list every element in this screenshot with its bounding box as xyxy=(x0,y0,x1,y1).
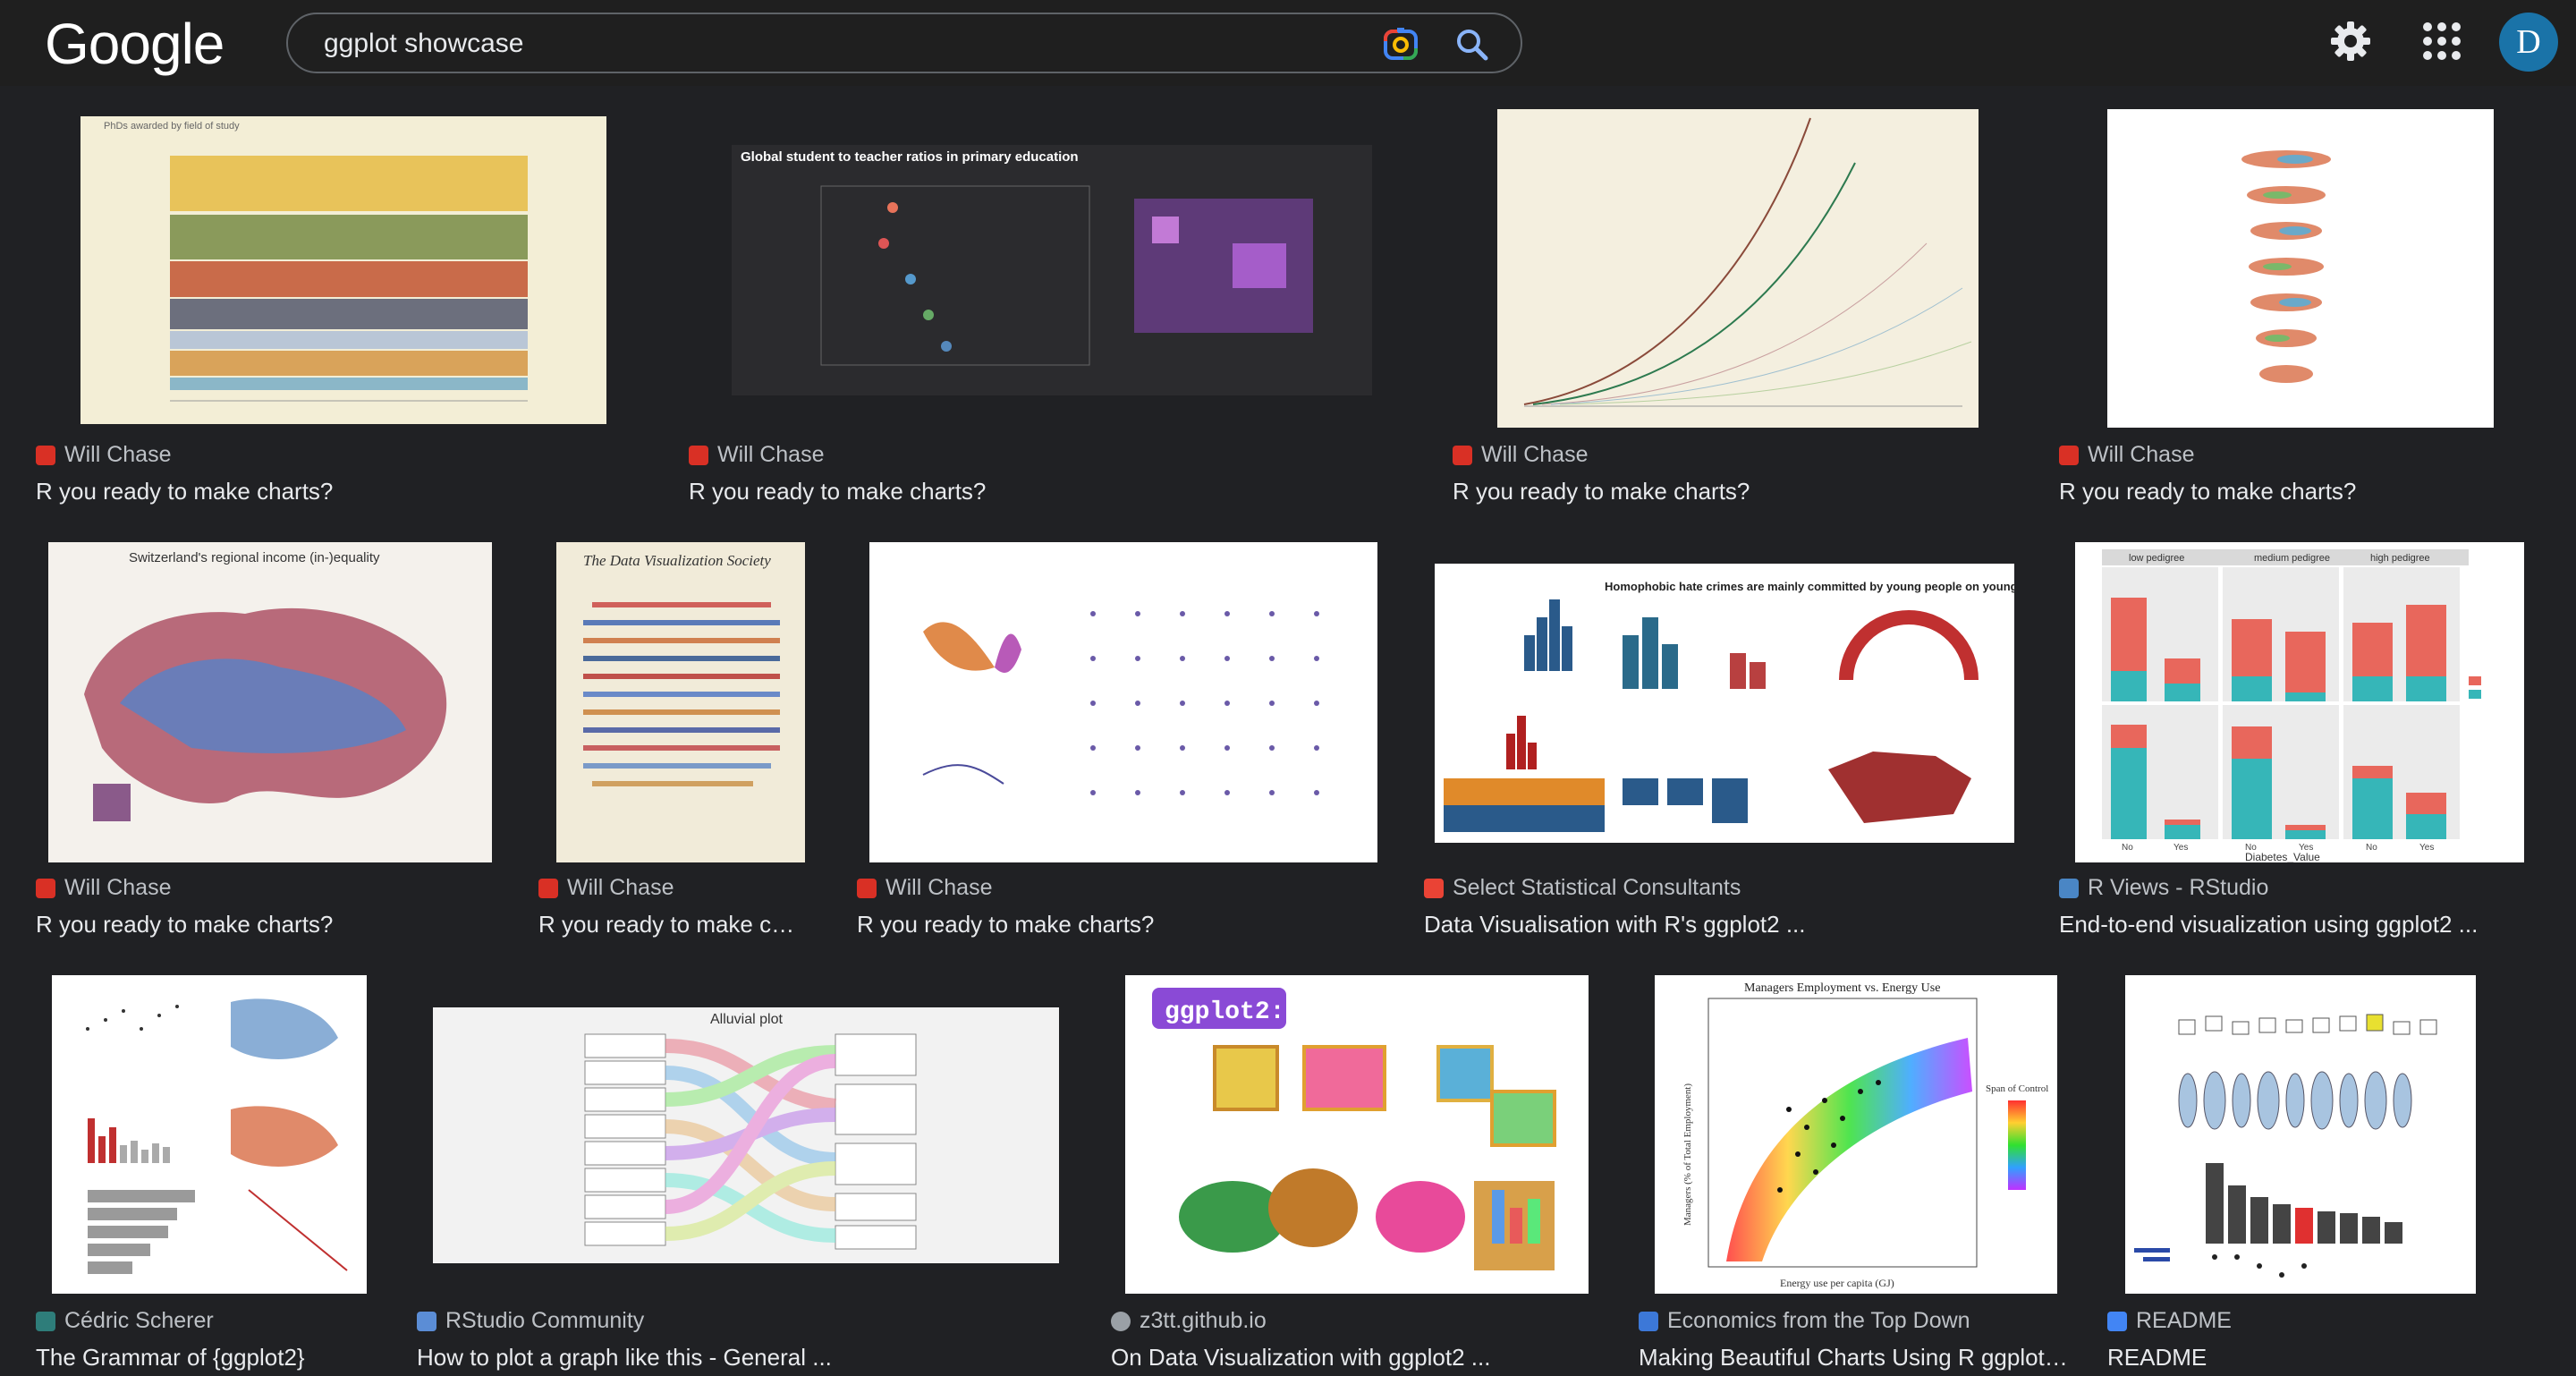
result-title[interactable]: R you ready to make charts? xyxy=(689,478,1386,505)
result-title[interactable]: R you ready to make charts? xyxy=(2059,478,2560,505)
result-thumbnail[interactable] xyxy=(2125,975,2476,1294)
source-name: R Views - RStudio xyxy=(2088,875,2269,900)
site-favicon-icon xyxy=(2107,1311,2127,1331)
result-title[interactable]: R you ready to make charts? xyxy=(857,911,1376,939)
image-results-grid: PhDs awarded by field of study Will Chas… xyxy=(0,86,2576,1376)
gear-icon[interactable] xyxy=(2327,18,2374,64)
result-thumbnail[interactable] xyxy=(869,542,1377,862)
result-thumbnail[interactable]: low pedigree medium pedigree high pedigr… xyxy=(2075,542,2524,862)
facet-header: medium pedigree xyxy=(2254,553,2330,564)
site-favicon-icon xyxy=(857,878,877,898)
camera-lens-icon[interactable] xyxy=(1381,25,1420,64)
result-thumbnail[interactable]: Switzerland's regional income (in-)equal… xyxy=(48,542,492,862)
chart-x-label: Energy use per capita (GJ) xyxy=(1780,1277,1894,1289)
site-favicon-icon xyxy=(1453,445,1472,465)
site-favicon-icon xyxy=(417,1311,436,1331)
source-name: Will Chase xyxy=(2088,442,2195,467)
result-title[interactable]: R you ready to make charts? xyxy=(36,478,644,505)
result-source[interactable]: Will Chase xyxy=(36,875,171,901)
thumb-title: Alluvial plot xyxy=(710,1012,783,1027)
result-source[interactable]: Will Chase xyxy=(2059,442,2194,468)
result-source[interactable]: z3tt.github.io xyxy=(1111,1308,1267,1334)
thumb-title: Global student to teacher ratios in prim… xyxy=(741,149,1079,165)
source-name: Will Chase xyxy=(717,442,825,467)
facet-tick: Yes xyxy=(2419,843,2434,853)
site-favicon-icon xyxy=(689,445,708,465)
source-name: Cédric Scherer xyxy=(64,1308,214,1333)
source-name: Will Chase xyxy=(567,875,674,900)
chart-legend-title: Span of Control xyxy=(1986,1083,2048,1094)
facet-header: high pedigree xyxy=(2370,553,2430,564)
result-thumbnail[interactable] xyxy=(2107,109,2494,428)
result-title[interactable]: Data Visualisation with R's ggplot2 ... xyxy=(1424,911,2014,939)
facet-tick: No xyxy=(2122,843,2133,853)
site-favicon-icon xyxy=(2059,445,2079,465)
result-title[interactable]: The Grammar of {ggplot2} xyxy=(36,1344,394,1372)
result-thumbnail[interactable]: Managers Employment vs. Energy Use Span … xyxy=(1655,975,2057,1294)
search-box[interactable] xyxy=(286,13,1522,73)
source-name: Will Chase xyxy=(1481,442,1589,467)
result-title[interactable]: How to plot a graph like this - General … xyxy=(417,1344,1061,1372)
result-title[interactable]: README xyxy=(2107,1344,2483,1372)
result-source[interactable]: Will Chase xyxy=(689,442,824,468)
site-favicon-icon xyxy=(1111,1311,1131,1331)
result-source[interactable]: Will Chase xyxy=(857,875,992,901)
site-favicon-icon xyxy=(36,445,55,465)
source-name: Will Chase xyxy=(64,875,172,900)
result-source[interactable]: Select Statistical Consultants xyxy=(1424,875,1741,901)
result-title[interactable]: R you ready to make charts? xyxy=(36,911,501,939)
account-avatar[interactable]: D xyxy=(2499,13,2558,72)
result-thumbnail[interactable] xyxy=(1497,109,1979,428)
site-favicon-icon xyxy=(1424,878,1444,898)
result-thumbnail[interactable]: Global student to teacher ratios in prim… xyxy=(732,145,1372,395)
thumb-title: Managers Employment vs. Energy Use xyxy=(1744,981,1940,995)
google-logo[interactable]: Google xyxy=(45,13,225,75)
source-name: RStudio Community xyxy=(445,1308,645,1333)
site-favicon-icon xyxy=(36,1311,55,1331)
result-thumbnail[interactable]: Alluvial plot xyxy=(433,1007,1059,1263)
source-name: z3tt.github.io xyxy=(1140,1308,1267,1333)
result-thumbnail[interactable]: Homophobic hate crimes are mainly commit… xyxy=(1435,564,2014,843)
result-source[interactable]: Will Chase xyxy=(538,875,674,901)
top-bar: Google ggplot showcase D xyxy=(0,0,2576,86)
source-name: Will Chase xyxy=(64,442,172,467)
apps-grid-icon[interactable] xyxy=(2420,20,2463,63)
result-source[interactable]: Economics from the Top Down xyxy=(1639,1308,1970,1334)
result-source[interactable]: RStudio Community xyxy=(417,1308,644,1334)
facet-x-label: Diabetes_Value xyxy=(2245,851,2320,862)
search-icon[interactable] xyxy=(1453,25,1492,64)
result-title[interactable]: On Data Visualization with ggplot2 ... xyxy=(1111,1344,1594,1372)
result-title[interactable]: R you ready to make char... xyxy=(538,911,807,939)
thumb-title: The Data Visualization Society xyxy=(583,552,771,569)
result-source[interactable]: Cédric Scherer xyxy=(36,1308,214,1334)
thumb-title: Homophobic hate crimes are mainly commit… xyxy=(1605,580,2014,593)
result-source[interactable]: Will Chase xyxy=(36,442,171,468)
result-thumbnail[interactable]: The Data Visualization Society xyxy=(556,542,805,862)
result-title[interactable]: End-to-end visualization using ggplot2 .… xyxy=(2059,911,2560,939)
site-favicon-icon xyxy=(538,878,558,898)
facet-tick: Yes xyxy=(2174,843,2188,853)
result-title[interactable]: R you ready to make charts? xyxy=(1453,478,2025,505)
thumb-title: ggplot2: Build a data MASTERPIECE xyxy=(1165,998,1589,1026)
thumb-title: PhDs awarded by field of study xyxy=(104,121,240,132)
result-source[interactable]: Will Chase xyxy=(1453,442,1588,468)
source-name: Select Statistical Consultants xyxy=(1453,875,1741,900)
source-name: README xyxy=(2136,1308,2232,1333)
facet-header: low pedigree xyxy=(2129,553,2184,564)
site-favicon-icon xyxy=(1639,1311,1658,1331)
result-source[interactable]: R Views - RStudio xyxy=(2059,875,2268,901)
source-name: Will Chase xyxy=(886,875,993,900)
search-input[interactable] xyxy=(324,27,1352,61)
result-thumbnail[interactable] xyxy=(52,975,367,1294)
result-thumbnail[interactable]: PhDs awarded by field of study xyxy=(80,116,606,424)
site-favicon-icon xyxy=(36,878,55,898)
chart-y-label: Managers (% of Total Employment) xyxy=(1682,1083,1693,1226)
site-favicon-icon xyxy=(2059,878,2079,898)
facet-tick: No xyxy=(2366,843,2377,853)
result-source[interactable]: README xyxy=(2107,1308,2232,1334)
source-name: Economics from the Top Down xyxy=(1667,1308,1970,1333)
thumb-title: Switzerland's regional income (in-)equal… xyxy=(129,550,380,565)
result-thumbnail[interactable]: ggplot2: Build a data MASTERPIECE xyxy=(1125,975,1589,1294)
result-title[interactable]: Making Beautiful Charts Using R ggplot .… xyxy=(1639,1344,2068,1372)
